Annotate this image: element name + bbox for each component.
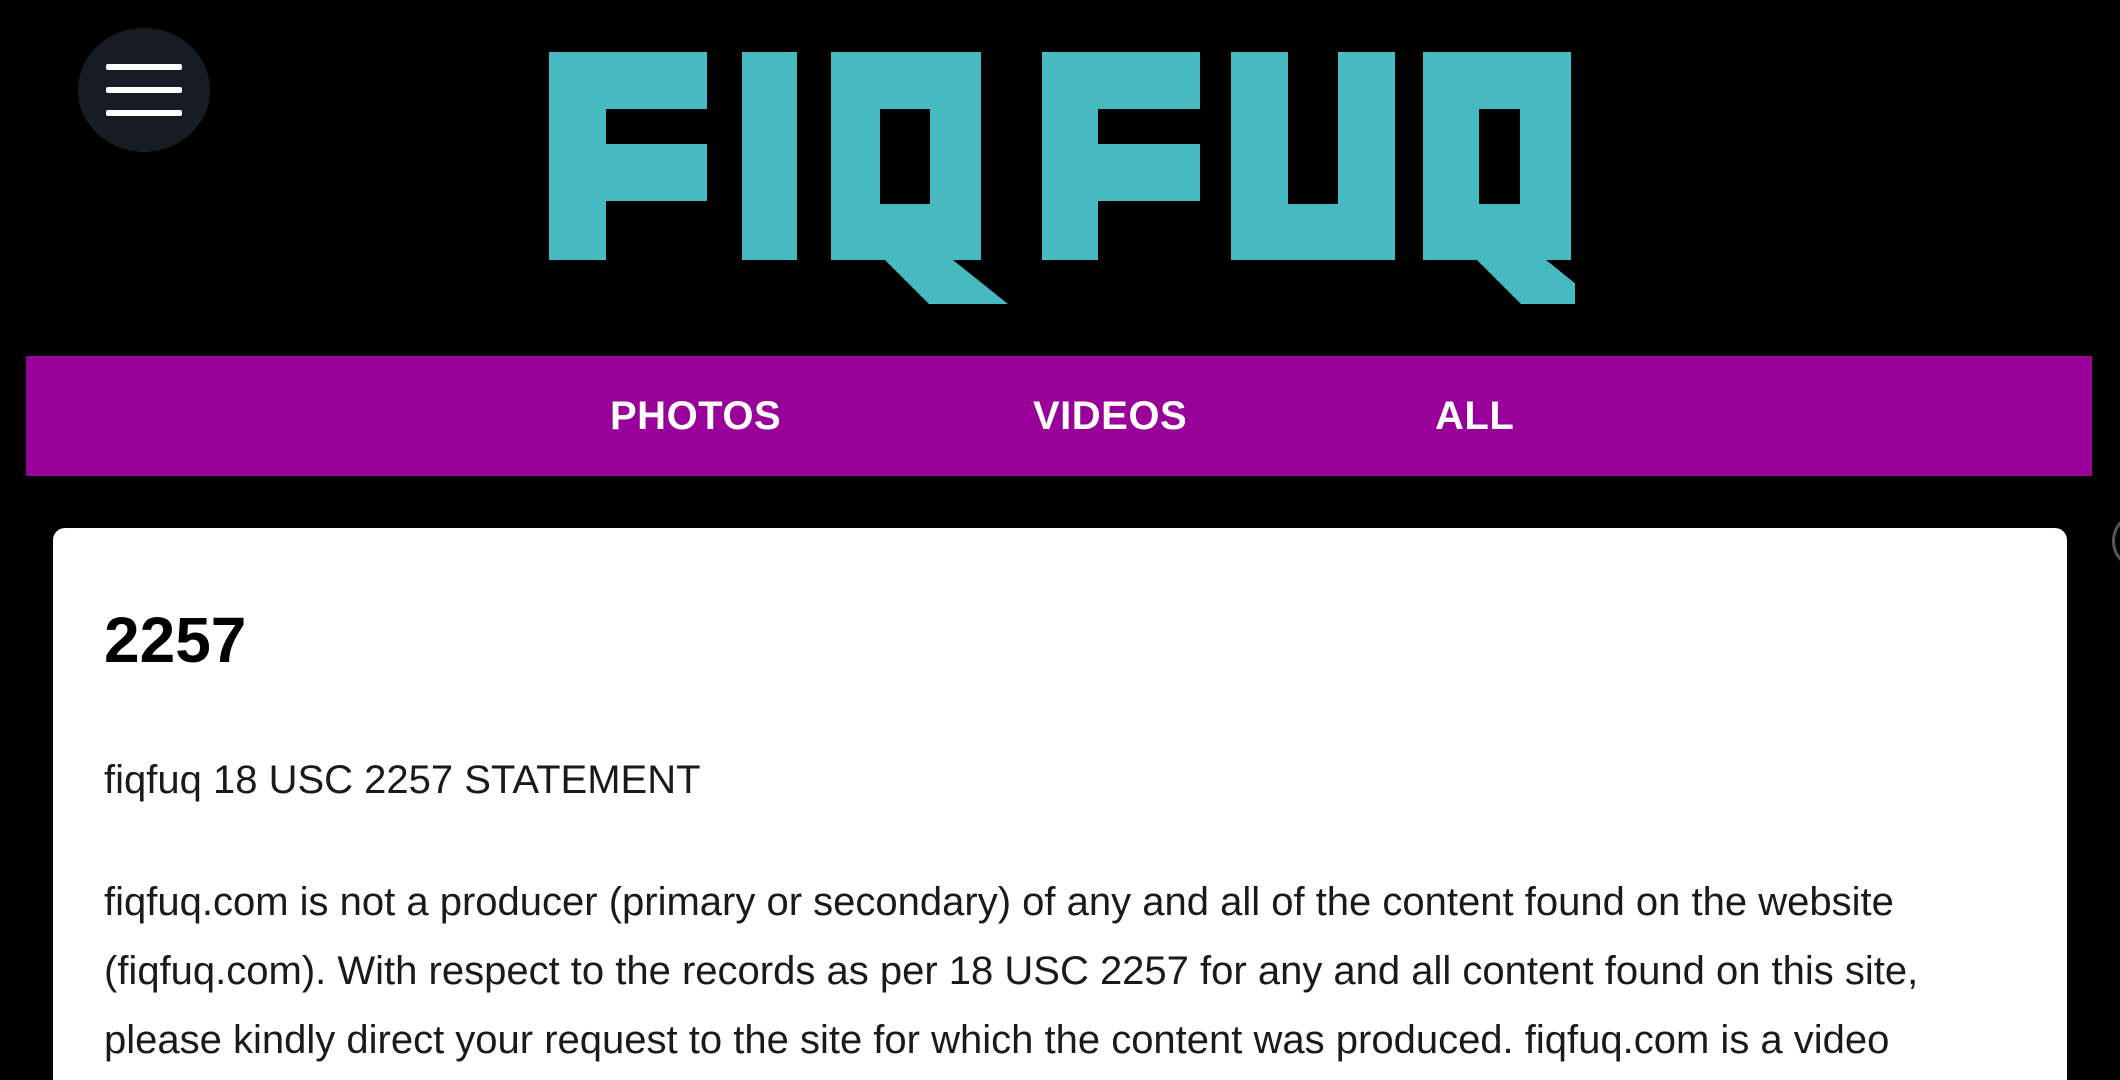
statement-body-line: (fiqfuq.com). With respect to the record…	[104, 949, 1919, 993]
page: FIQFUQ PHOTOS VIDEOS ALL 2257	[0, 0, 2120, 1080]
nav-link-videos[interactable]: VIDEOS	[1033, 356, 1187, 476]
statement-heading: fiqfuq 18 USC 2257 STATEMENT	[104, 758, 701, 802]
floating-action-button[interactable]	[2112, 512, 2120, 570]
statement-body-line: please kindly direct your request to the…	[104, 1018, 1890, 1062]
statement-body-line: fiqfuq.com is not a producer (primary or…	[104, 880, 1894, 924]
hamburger-menu-icon-bar-3	[106, 110, 182, 116]
content-card: 2257 fiqfuq 18 USC 2257 STATEMENT fiqfuq…	[53, 528, 2067, 1080]
page-title: 2257	[104, 604, 247, 676]
hamburger-menu-button[interactable]	[78, 28, 210, 152]
statement-body: fiqfuq.com is not a producer (primary or…	[104, 868, 2064, 1075]
site-logo[interactable]: FIQFUQ	[545, 46, 1575, 310]
nav-link-photos[interactable]: PHOTOS	[610, 356, 781, 476]
hamburger-menu-icon-bar-1	[106, 64, 182, 70]
site-logo-icon	[549, 52, 1575, 304]
hamburger-menu-icon-bar-2	[106, 87, 182, 93]
main-nav: PHOTOS VIDEOS ALL	[26, 356, 2092, 476]
nav-link-all[interactable]: ALL	[1435, 356, 1514, 476]
